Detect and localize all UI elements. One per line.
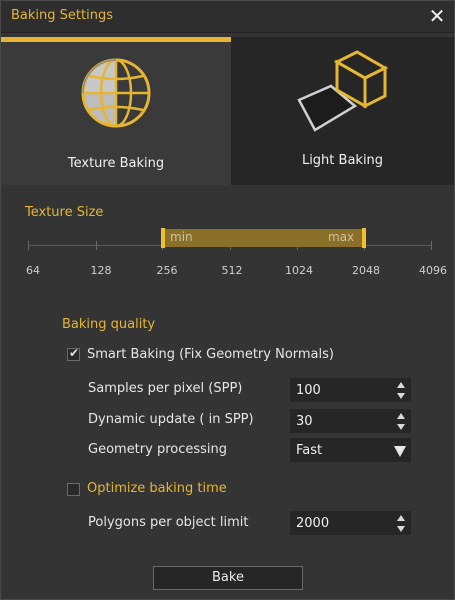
tick-label: 512 — [221, 264, 243, 277]
slider-tick — [431, 241, 432, 250]
geometry-processing-value: Fast — [296, 443, 323, 458]
polygons-limit-stepper[interactable]: 2000 — [290, 511, 411, 535]
tick-label: 4096 — [419, 264, 447, 277]
spin-down-icon[interactable] — [397, 393, 405, 399]
texture-size-range-slider[interactable]: min max 64 128 256 512 1024 2048 4096 — [26, 228, 447, 277]
smart-baking-label: Smart Baking (Fix Geometry Normals) — [87, 347, 334, 362]
geometry-processing-select[interactable]: Fast — [290, 438, 411, 462]
dropdown-arrow-icon — [394, 446, 406, 457]
window-title: Baking Settings — [11, 8, 113, 23]
baking-settings-window: Baking Settings ✕ Texture Baking Light B… — [0, 0, 455, 600]
polygons-limit-spin — [396, 514, 406, 534]
slider-tick — [96, 241, 97, 250]
geometry-processing-label: Geometry processing — [88, 442, 228, 457]
spin-up-icon[interactable] — [397, 515, 405, 521]
globe-icon — [81, 58, 151, 128]
tick-label: 256 — [156, 264, 178, 277]
spin-down-icon[interactable] — [397, 424, 405, 430]
dynamic-update-stepper[interactable]: 30 — [290, 409, 411, 433]
spin-down-icon[interactable] — [397, 526, 405, 532]
title-bar: Baking Settings ✕ — [1, 1, 454, 33]
close-icon[interactable]: ✕ — [428, 5, 446, 27]
bake-button[interactable]: Bake — [153, 566, 303, 590]
dynamic-update-spin — [396, 412, 406, 432]
tick-label: 1024 — [285, 264, 313, 277]
optimize-baking-label: Optimize baking time — [87, 481, 227, 496]
spp-value: 100 — [296, 383, 321, 398]
baking-quality-header: Baking quality — [62, 317, 156, 332]
light-cube-icon — [297, 50, 389, 132]
smart-baking-checkbox[interactable]: ✔ — [67, 346, 80, 361]
range-min-label: min — [170, 230, 193, 244]
range-max-handle[interactable] — [362, 228, 366, 248]
polygons-limit-value: 2000 — [296, 516, 330, 531]
tab-light-baking[interactable]: Light Baking — [231, 37, 454, 185]
texture-size-label: Texture Size — [25, 205, 104, 220]
slider-tick — [28, 241, 29, 250]
spin-up-icon[interactable] — [397, 413, 405, 419]
tab-label-texture-baking: Texture Baking — [67, 156, 165, 171]
baking-mode-tabs: Texture Baking Light Baking — [1, 37, 454, 185]
polygons-limit-label: Polygons per object limit — [88, 515, 249, 530]
checkmark-icon: ✔ — [69, 346, 80, 360]
optimize-baking-checkbox[interactable] — [67, 483, 80, 496]
tick-label: 2048 — [352, 264, 380, 277]
range-max-label: max — [328, 230, 355, 244]
spp-label: Samples per pixel (SPP) — [88, 381, 243, 396]
tick-label: 128 — [90, 264, 112, 277]
dynamic-update-label: Dynamic update ( in SPP) — [88, 412, 254, 427]
spin-up-icon[interactable] — [397, 382, 405, 388]
tab-label-light-baking: Light Baking — [301, 153, 384, 168]
tick-label: 64 — [26, 264, 40, 277]
tab-texture-baking[interactable]: Texture Baking — [1, 37, 231, 185]
spp-stepper[interactable]: 100 — [290, 378, 411, 402]
dynamic-update-value: 30 — [296, 414, 313, 429]
range-min-handle[interactable] — [161, 228, 165, 248]
spp-spin — [396, 381, 406, 401]
